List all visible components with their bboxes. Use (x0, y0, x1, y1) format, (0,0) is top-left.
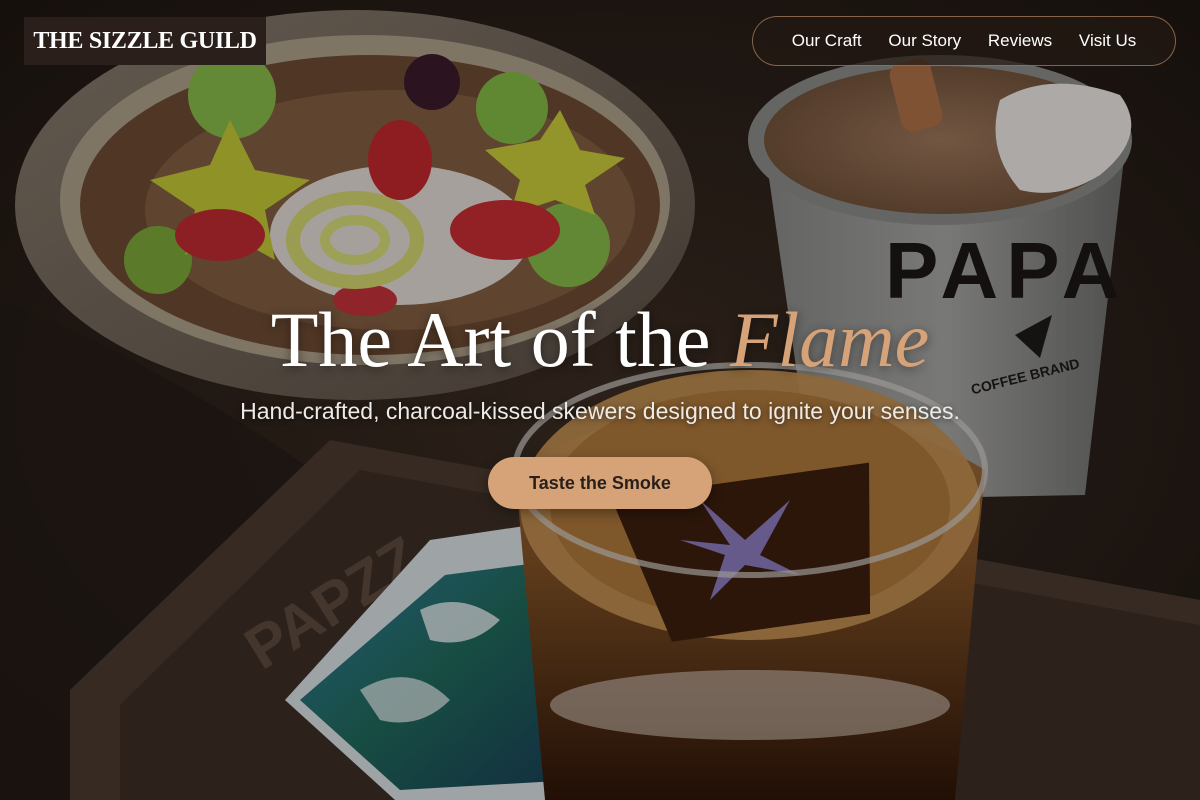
taste-the-smoke-button[interactable]: Taste the Smoke (488, 457, 712, 509)
main-nav: Our Craft Our Story Reviews Visit Us (752, 16, 1176, 66)
nav-link-our-story[interactable]: Our Story (888, 31, 961, 51)
hero-title-main: The Art of the (270, 296, 730, 383)
hero-title: The Art of the Flame (0, 294, 1200, 386)
nav-link-visit-us[interactable]: Visit Us (1079, 31, 1136, 51)
hero-title-accent: Flame (729, 296, 930, 383)
nav-link-reviews[interactable]: Reviews (988, 31, 1052, 51)
brand-logo[interactable]: THE SIZZLE GUILD (24, 17, 266, 65)
nav-link-our-craft[interactable]: Our Craft (792, 31, 862, 51)
hero-subtitle: Hand-crafted, charcoal-kissed skewers de… (240, 398, 960, 424)
brand-name: THE SIZZLE GUILD (33, 27, 257, 54)
